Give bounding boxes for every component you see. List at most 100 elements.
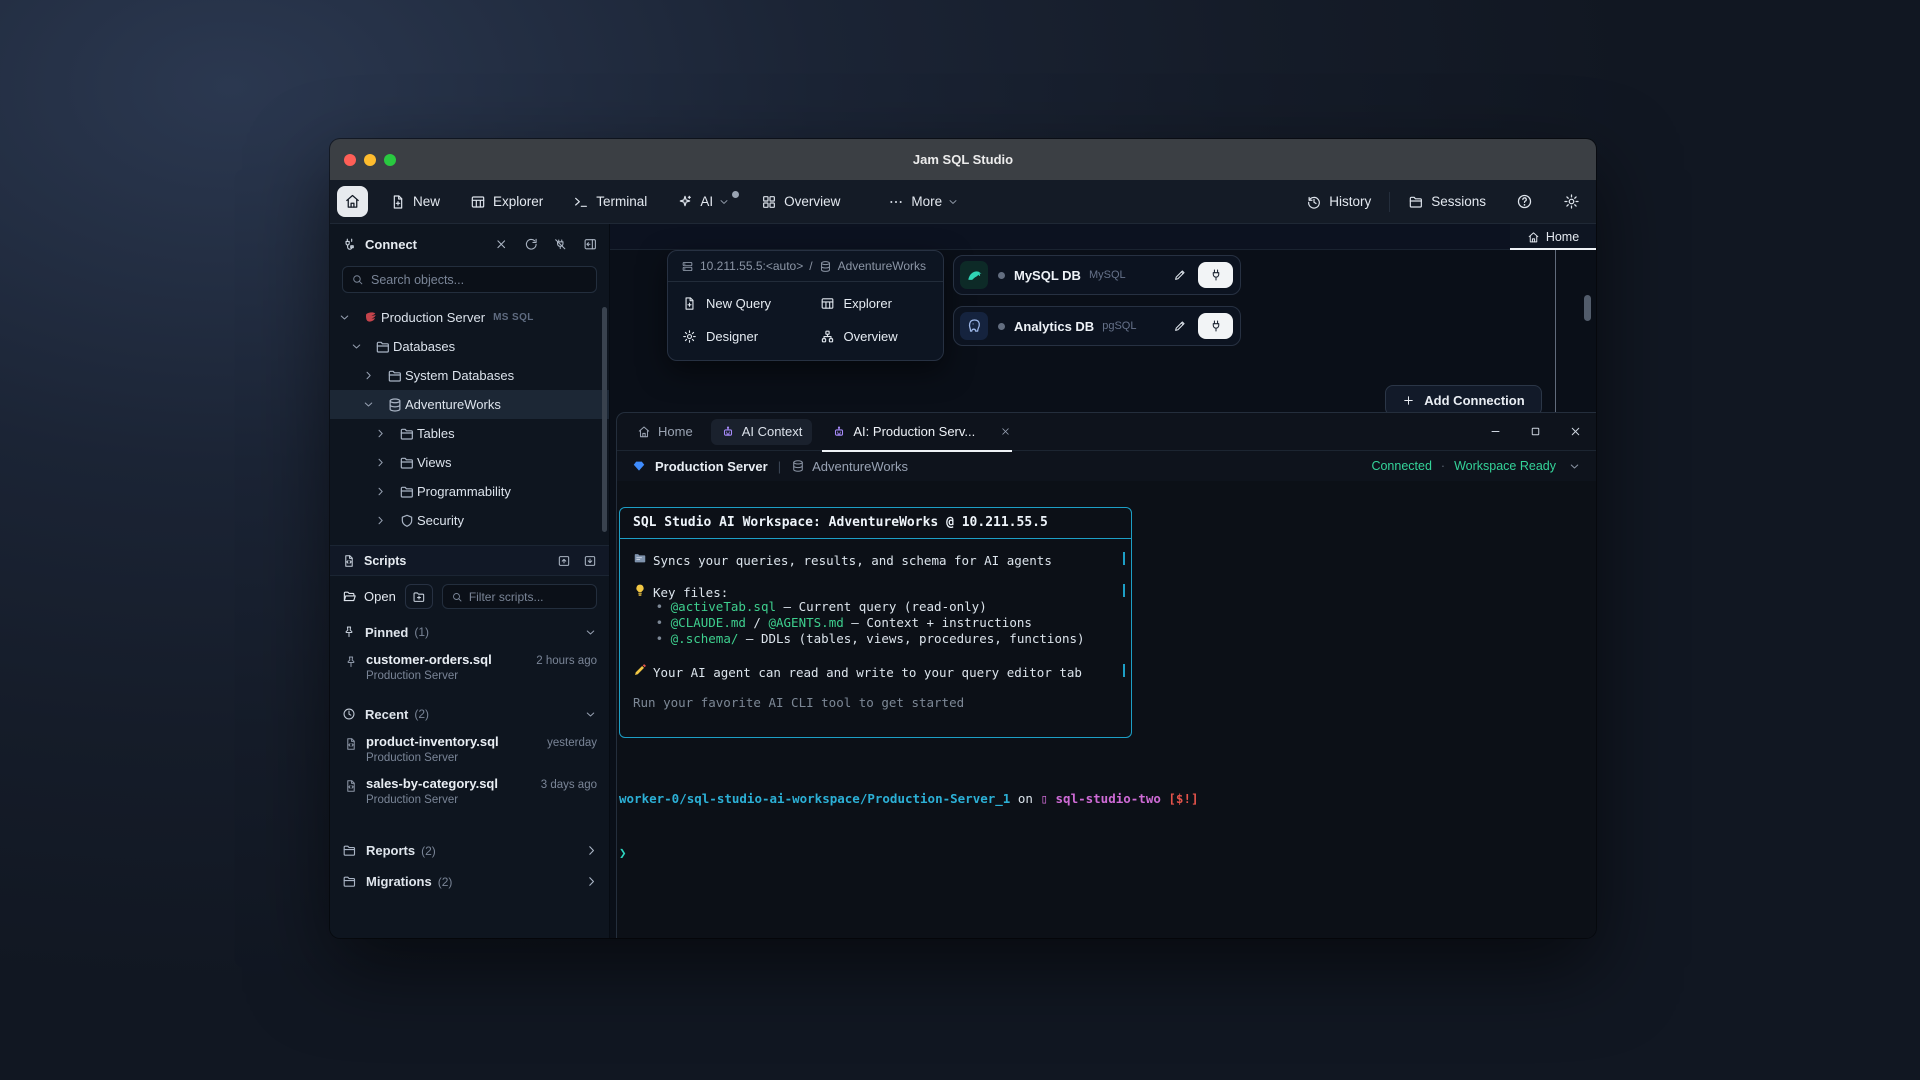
connection-name: MySQL DB <box>1014 268 1081 283</box>
filter-scripts-input[interactable] <box>469 590 588 604</box>
tree-item-adventureworks[interactable]: AdventureWorks <box>330 390 609 419</box>
terminal-tab-ai-production-serv-[interactable]: AI: Production Serv... <box>822 413 1012 451</box>
script-server: Production Server <box>366 752 597 764</box>
refresh-button[interactable] <box>524 237 539 252</box>
nav-item-history[interactable]: History <box>1306 194 1371 210</box>
terminal-tab-ai-context[interactable]: AI Context <box>711 419 813 445</box>
nav-item-label: Overview <box>784 194 840 209</box>
tree-item-production-server[interactable]: Production ServerMS SQL <box>330 303 609 332</box>
settings-button[interactable] <box>1563 193 1580 210</box>
folder-migrations[interactable]: Migrations(2) <box>330 866 609 897</box>
ai-workspace-title: SQL Studio AI Workspace: AdventureWorks … <box>620 508 1131 539</box>
chevron-down-icon <box>338 311 351 324</box>
connection-status-dot <box>998 323 1005 330</box>
close-panel-icon <box>1569 425 1582 438</box>
tree-item-label: Views <box>417 455 451 470</box>
database-icon <box>791 459 805 473</box>
tree-item-programmability[interactable]: Programmability <box>330 477 609 506</box>
context-action-label: Designer <box>706 329 758 344</box>
close-window-button[interactable] <box>344 154 356 166</box>
scripts-section-recent[interactable]: Recent(2) <box>330 699 609 729</box>
nav-item-more[interactable]: More <box>888 194 960 210</box>
maximize-panel-button[interactable] <box>1529 425 1542 438</box>
edit-connection-button[interactable] <box>1173 268 1187 282</box>
tab-home-label: Home <box>1546 230 1579 244</box>
window-title: Jam SQL Studio <box>330 152 1596 167</box>
sidebar-scrollbar[interactable] <box>602 307 607 532</box>
filter-scripts[interactable] <box>442 584 597 609</box>
script-item-product-inventory-sql[interactable]: product-inventory.sqlyesterdayProduction… <box>330 729 609 771</box>
folder-reports[interactable]: Reports(2) <box>330 835 609 866</box>
nav-item-overview[interactable]: Overview <box>761 194 840 210</box>
context-action-designer[interactable]: Designer <box>668 320 806 353</box>
context-action-overview[interactable]: Overview <box>806 320 944 353</box>
pin-icon <box>342 625 356 639</box>
notification-dot <box>732 191 739 198</box>
pencil-emoji-icon <box>633 663 653 677</box>
main-tabbar: Home <box>610 224 1596 250</box>
tree-item-label: Programmability <box>417 484 511 499</box>
zoom-window-button[interactable] <box>384 154 396 166</box>
close-icon[interactable] <box>991 426 1002 437</box>
connect-button[interactable] <box>1198 262 1233 288</box>
terminal-tab-label: AI Context <box>742 424 803 439</box>
minimize-panel-button[interactable] <box>1489 425 1502 438</box>
tab-home[interactable]: Home <box>1510 224 1596 250</box>
dock-top-button[interactable] <box>557 554 571 568</box>
status-dot-separator: · <box>1441 459 1445 473</box>
connection-list: MySQL DBMySQLAnalytics DBpgSQL <box>953 255 1241 346</box>
terminal-tab-home[interactable]: Home <box>627 413 703 451</box>
context-action-explorer[interactable]: Explorer <box>806 287 944 320</box>
main-scrollbar[interactable] <box>1584 295 1591 321</box>
minimize-window-button[interactable] <box>364 154 376 166</box>
search-input[interactable] <box>371 273 588 287</box>
terminal-output[interactable]: SQL Studio AI Workspace: AdventureWorks … <box>617 481 1596 938</box>
tree-item-tables[interactable]: Tables <box>330 419 609 448</box>
diamond-icon <box>632 459 646 473</box>
unplug-button[interactable] <box>553 237 568 252</box>
panel-button[interactable] <box>583 237 598 252</box>
terminal-text: Your AI agent can read and write to your… <box>653 665 1082 680</box>
script-item-sales-by-category-sql[interactable]: sales-by-category.sql3 days agoProductio… <box>330 771 609 813</box>
folder-icon <box>342 874 357 889</box>
chevron-right-icon <box>584 844 597 857</box>
new-script-button[interactable] <box>405 584 433 609</box>
edit-connection-button[interactable] <box>1173 319 1187 333</box>
tree-item-security[interactable]: Security <box>330 506 609 535</box>
nav-item-new[interactable]: New <box>390 194 440 210</box>
terminal-window-controls <box>1489 425 1582 438</box>
collapse-x-button[interactable] <box>494 237 509 252</box>
object-search[interactable] <box>342 266 597 293</box>
gear-icon <box>682 329 697 344</box>
home-button[interactable] <box>337 186 368 217</box>
tree-item-system-databases[interactable]: System Databases <box>330 361 609 390</box>
prompt-caret: ❯ <box>619 845 627 860</box>
tree-item-views[interactable]: Views <box>330 448 609 477</box>
terminal-text: Key files: <box>653 585 728 600</box>
traffic-lights <box>330 154 396 166</box>
history-icon <box>1306 194 1322 210</box>
terminal-connection-bar: Production Server | AdventureWorks Conne… <box>617 451 1596 481</box>
script-item-customer-orders-sql[interactable]: customer-orders.sql2 hours agoProduction… <box>330 647 609 689</box>
mysql-icon <box>965 266 984 285</box>
terminal-text: / <box>746 615 769 630</box>
nav-item-label: New <box>413 194 440 209</box>
close-panel-button[interactable] <box>1569 425 1582 438</box>
folder-icon <box>393 455 409 471</box>
dock-bottom-button[interactable] <box>583 554 597 568</box>
nav-item-explorer[interactable]: Explorer <box>470 194 543 210</box>
nav-item-sessions[interactable]: Sessions <box>1408 194 1486 210</box>
terminal-line: Run your favorite AI CLI tool to get sta… <box>633 695 1118 711</box>
context-action-new-query[interactable]: New Query <box>668 287 806 320</box>
help-button[interactable] <box>1516 193 1533 210</box>
section-label: Recent <box>365 707 408 722</box>
open-script-button[interactable]: Open <box>342 589 396 604</box>
home-icon <box>344 193 361 210</box>
scripts-section-pinned[interactable]: Pinned(1) <box>330 617 609 647</box>
nav-item-ai[interactable]: AI <box>677 194 731 210</box>
tree-item-databases[interactable]: Databases <box>330 332 609 361</box>
connect-button[interactable] <box>1198 313 1233 339</box>
git-branch-glyph: ▯ <box>1040 791 1055 806</box>
panel-icon <box>583 237 598 252</box>
nav-item-terminal[interactable]: Terminal <box>573 194 647 210</box>
